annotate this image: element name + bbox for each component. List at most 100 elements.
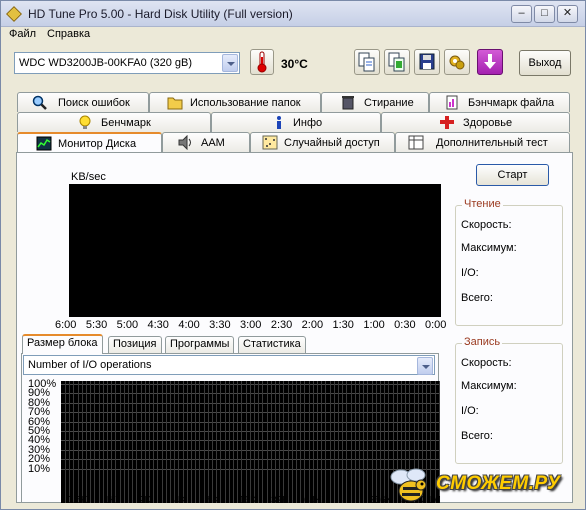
tab-label: Монитор Диска [58,138,137,150]
thermometer-icon [257,51,267,73]
grid-col-line [216,381,218,503]
options-button[interactable] [444,49,470,75]
grid-col-line [342,381,344,503]
copy-icon [358,52,375,72]
grid-col-line [245,381,247,503]
tab-label: Использование папок [190,97,301,109]
subtab-statistics[interactable]: Статистика [238,336,306,353]
drive-select-value: WDC WD3200JB-00KFA0 (320 gB) [19,57,193,69]
minimize-button[interactable]: – [511,5,532,23]
menu-file[interactable]: Файл [9,28,36,40]
app-window: HD Tune Pro 5.00 - Hard Disk Utility (Fu… [0,0,586,510]
time-tick-label: 0:00 [425,319,447,331]
grid-col-line [283,381,285,503]
write-max-label: Максимум: [461,380,517,392]
grid-col-line [233,381,234,503]
grid-col-line [279,381,281,503]
block-size-tick-label: 8K [207,495,220,506]
grid-col-line [371,381,373,503]
grid-col-line [270,381,272,503]
close-button[interactable]: ✕ [557,5,578,23]
copy-button[interactable] [354,49,380,75]
grid-col-line [73,381,75,503]
bee-logo-icon [390,468,427,502]
tab-file-benchmark[interactable]: Бэнчмарк файла [429,92,570,112]
grid-col-line [107,381,108,503]
tab-info[interactable]: Инфо [211,112,381,132]
save-button[interactable] [414,49,440,75]
subtab-programs[interactable]: Программы [165,336,235,353]
random-access-icon [262,135,278,150]
info-icon [277,116,281,129]
tab-label: Бэнчмарк файла [468,97,555,109]
grid-col-line [300,381,302,503]
grid-col-line [174,381,176,503]
grid-col-line [153,381,155,503]
copy-info-icon [388,52,405,72]
subtab-position[interactable]: Позиция [108,336,162,353]
grid-col-line [119,381,121,503]
copy-info-button[interactable] [384,49,410,75]
trash-icon [342,96,354,110]
io-metric-select[interactable]: Number of I/O operations [23,355,435,375]
read-io-label: I/O: [461,267,479,279]
drive-select[interactable]: WDC WD3200JB-00KFA0 (320 gB) [14,52,240,74]
write-io-label: I/O: [461,405,479,417]
grid-col-line [363,381,365,503]
file-benchmark-icon [446,95,458,110]
temperature-button[interactable] [250,49,274,75]
subtab-block-size[interactable]: Размер блока [22,334,103,354]
grid-col-line [291,381,293,503]
grid-col-line [136,381,138,503]
time-tick-label: 4:00 [178,319,200,331]
tab-folder-usage[interactable]: Использование папок [149,92,321,112]
tab-health[interactable]: Здоровье [381,112,570,132]
grid-col-line [321,381,323,503]
grid-col-line [69,381,71,503]
grid-col-line [203,381,205,503]
tab-extra-tests[interactable]: Дополнительный тест [395,132,570,152]
tab-error-scan[interactable]: Поиск ошибок [17,92,149,112]
grid-col-line [98,381,100,503]
folder-icon [167,97,183,110]
minimize-icon: – [518,7,525,19]
grid-col-line [90,381,92,503]
menu-help[interactable]: Справка [47,28,90,40]
grid-col-line [123,381,125,503]
magnifier-icon [32,95,47,110]
window-title: HD Tune Pro 5.00 - Hard Disk Utility (Fu… [28,7,293,21]
grid-col-line [262,381,264,503]
grid-col-line [149,381,150,503]
grid-col-line [165,381,167,503]
tab-benchmark[interactable]: Бенчмарк [17,112,211,132]
grid-col-line [308,381,310,503]
block-size-tick-label: 4K [174,495,187,506]
read-total-label: Всего: [461,292,493,304]
start-button[interactable]: Старт [476,164,549,186]
tab-label: Здоровье [463,117,513,129]
speed-unit-label: KB/sec [71,171,106,183]
title-bar[interactable]: HD Tune Pro 5.00 - Hard Disk Utility (Fu… [1,1,585,27]
chevron-down-icon[interactable] [222,54,238,72]
chevron-down-icon[interactable] [417,357,433,375]
tab-aam[interactable]: AAM [162,132,250,152]
tab-random-access[interactable]: Случайный доступ [250,132,395,152]
tab-erase[interactable]: Стирание [321,92,429,112]
time-tick-label: 1:30 [332,319,354,331]
grid-col-line [199,381,201,503]
tab-label: AAM [201,137,225,149]
maximize-button[interactable]: □ [534,5,555,23]
time-tick-label: 1:00 [363,319,385,331]
download-button[interactable] [477,49,503,75]
extra-tests-icon [408,135,424,150]
time-tick-label: 2:00 [301,319,324,331]
time-tick-label: 4:30 [147,319,169,331]
exit-button[interactable]: Выход [519,50,571,76]
grid-col-line [212,381,213,503]
grid-col-line [258,381,260,503]
lightbulb-icon [79,115,91,129]
grid-col-line [228,381,230,503]
grid-col-line [81,381,83,503]
toolbar: WDC WD3200JB-00KFA0 (320 gB) 30°C Выход [1,45,585,83]
read-group-title: Чтение [462,198,503,210]
